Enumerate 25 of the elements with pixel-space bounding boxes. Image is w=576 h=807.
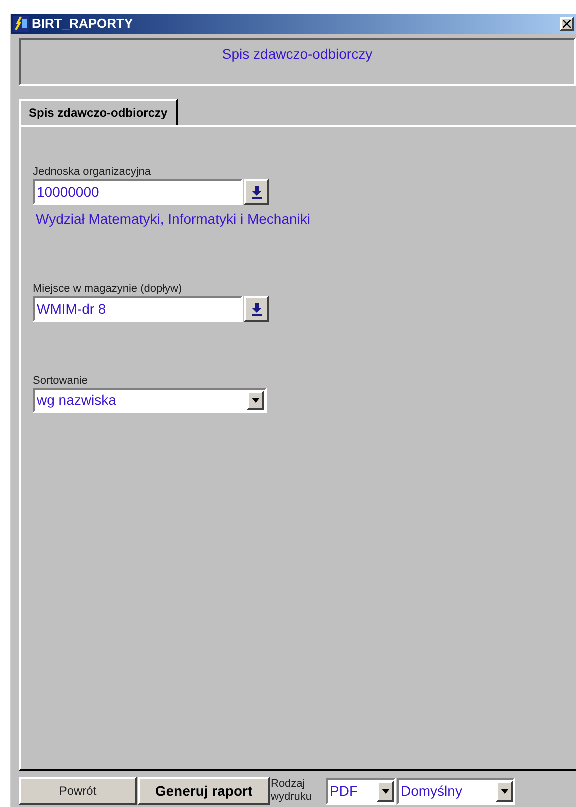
close-button[interactable] <box>560 17 574 31</box>
dropdown-caret-icon <box>500 788 508 794</box>
dropdown-caret-icon <box>252 398 260 403</box>
lookup-button[interactable] <box>244 179 269 205</box>
window-title: BIRT_RAPORTY <box>32 15 134 34</box>
input-field[interactable]: WMIM-dr 8 <box>33 296 243 322</box>
field-label: Sortowanie <box>33 374 90 388</box>
generate-report-button[interactable]: Generuj raport <box>138 777 270 805</box>
dropdown-field[interactable]: wg nazwiska <box>33 388 267 413</box>
download-arrow-icon <box>252 186 262 198</box>
app-icon <box>13 16 29 32</box>
download-arrow-icon <box>252 302 262 316</box>
tab[interactable]: Spis zdawczo-odbiorczy <box>19 99 178 125</box>
back-button[interactable]: Powrót <box>19 777 137 805</box>
close-icon <box>563 20 571 28</box>
template-dropdown[interactable]: Domyślny <box>397 778 515 804</box>
lookup-button[interactable] <box>244 296 269 322</box>
field-label: Miejsce w magazynie (dopływ) <box>33 282 184 296</box>
input-field[interactable]: 10000000 <box>33 179 243 205</box>
format-dropdown[interactable]: PDF <box>326 778 396 804</box>
unit-description: Wydział Matematyki, Informatyki i Mechaniki <box>36 210 312 229</box>
dropdown-caret-icon <box>382 788 390 794</box>
field-label: Jednoska organizacyjna <box>33 165 152 179</box>
report-title: Spis zdawczo-odbiorczy <box>222 45 373 64</box>
output-type-label: Rodzaj wydruku <box>271 778 313 804</box>
